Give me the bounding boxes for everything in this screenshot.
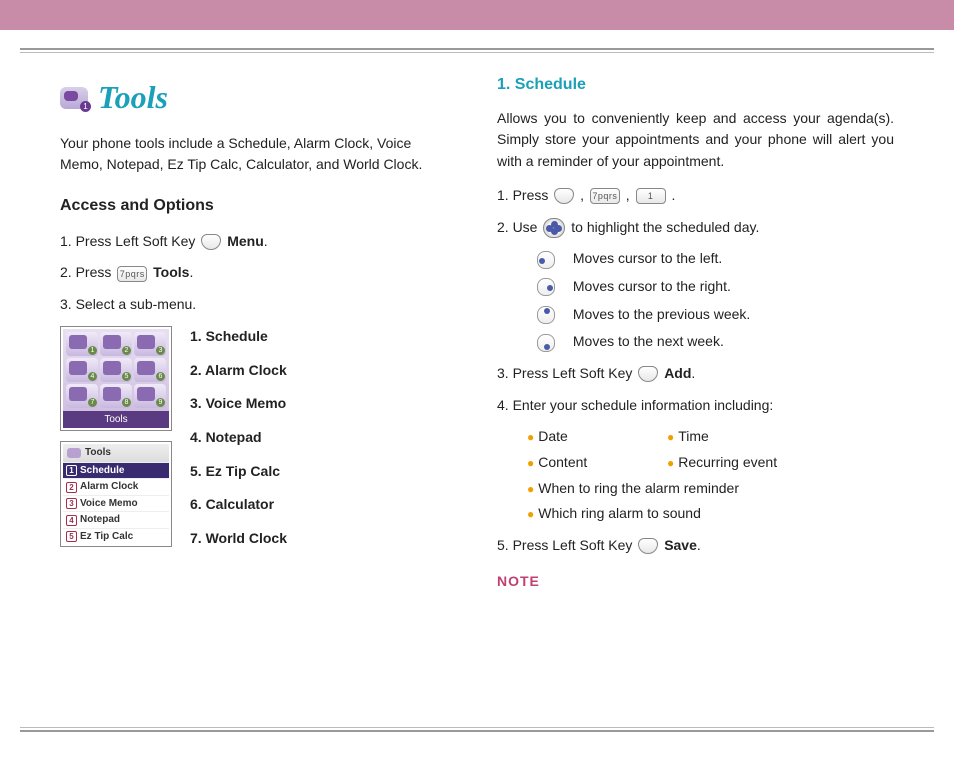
nav-left-icon [537,251,555,269]
key-7-icon: 7pqrs [117,266,147,282]
rule-bottom-inner [20,730,934,732]
right-column: 1. Schedule Allows you to conveniently k… [497,73,894,592]
list-header: Tools [63,444,169,462]
bullet-which: Which ring alarm to sound [538,505,701,521]
left-soft-key-icon [638,538,658,554]
submenu-4: 4. Notepad [190,427,287,449]
submenu-6: 6. Calculator [190,494,287,516]
schedule-intro: Allows you to conveniently keep and acce… [497,108,894,173]
schedule-bullets: ● Date ● Time ● Content ● Recurring event ● W… [527,426,894,525]
step-1-menu: Menu [227,233,264,249]
s5-save: Save [664,537,697,553]
s2-text-b: to highlight the scheduled day. [571,219,759,235]
list-row-eztip: 5Ez Tip Calc [63,528,169,545]
rule-top-outer [20,48,934,50]
schedule-steps: 1. Press , 7pqrs , 1 . 2. Use to highlig… [497,185,894,238]
bullet-row-1: ● Date ● Time [527,426,894,448]
content-area: 1 Tools Your phone tools include a Sched… [0,53,954,592]
tools-grid-icon: 1 2 3 4 5 6 7 8 9 [63,329,169,411]
list-row-notepad: 4Notepad [63,511,169,528]
nav-left-row: Moves cursor to the left. [537,248,894,270]
grid-footer: Tools [63,411,169,429]
list-header-label: Tools [85,445,111,461]
bullet-icon: ● [667,430,674,444]
submenu-5: 5. Ez Tip Calc [190,461,287,483]
bullet-icon: ● [527,430,534,444]
tools-icon: 1 [60,87,88,109]
s5-text: 5. Press Left Soft Key [497,537,636,553]
page-title: Tools [98,73,168,123]
sched-step-4: 4. Enter your schedule information inclu… [497,395,894,417]
nav-direction-list: Moves cursor to the left. Moves cursor t… [537,248,894,353]
rule-bottom-outer [20,727,934,728]
schedule-steps-cont: 3. Press Left Soft Key Add. 4. Enter you… [497,363,894,416]
left-column: 1 Tools Your phone tools include a Sched… [60,73,457,592]
nav-right-icon [537,278,555,296]
nav-up-label: Moves to the previous week. [573,306,750,322]
list-row-voice: 3Voice Memo [63,495,169,512]
bullet-time: Time [678,428,709,444]
bullet-icon: ● [527,482,534,496]
nav-down-icon [537,334,555,352]
top-banner [0,0,954,30]
submenu-1: 1. Schedule [190,326,287,348]
key-1-icon: 1 [636,188,666,204]
nav-right-label: Moves cursor to the right. [573,278,731,294]
submenu-area: 1 2 3 4 5 6 7 8 9 Tools [60,326,457,562]
list-row-alarm: 2Alarm Clock [63,478,169,495]
schedule-steps-end: 5. Press Left Soft Key Save. [497,535,894,557]
bullet-row-4: ● Which ring alarm to sound [527,503,894,525]
step-1-text: 1. Press Left Soft Key [60,233,199,249]
left-soft-key-icon [554,188,574,204]
grid-screenshot: 1 2 3 4 5 6 7 8 9 Tools [60,326,172,432]
nav-down-label: Moves to the next week. [573,333,724,349]
nav-down-row: Moves to the next week. [537,331,894,353]
s1-text: 1. Press [497,187,552,203]
nav-right-row: Moves cursor to the right. [537,276,894,298]
sched-step-1: 1. Press , 7pqrs , 1 . [497,185,894,207]
submenu-2: 2. Alarm Clock [190,360,287,382]
list-header-icon [67,448,81,458]
submenu-7: 7. World Clock [190,528,287,550]
phone-screens: 1 2 3 4 5 6 7 8 9 Tools [60,326,172,558]
list-row-schedule: 1Schedule [63,462,169,479]
nav-up-row: Moves to the previous week. [537,304,894,326]
s2-text-a: 2. Use [497,219,541,235]
step-2-text: 2. Press [60,264,115,280]
left-soft-key-icon [201,234,221,250]
bullet-icon: ● [527,507,534,521]
submenu-list: 1. Schedule 2. Alarm Clock 3. Voice Memo… [190,326,287,562]
title-row: 1 Tools [60,73,457,123]
access-steps: 1. Press Left Soft Key Menu. 2. Press 7p… [60,231,457,316]
bullet-icon: ● [667,456,674,470]
s3-text: 3. Press Left Soft Key [497,365,636,381]
bullet-content: Content [538,454,587,470]
step-2-tools: Tools [153,264,189,280]
key-7-icon: 7pqrs [590,188,620,204]
submenu-3: 3. Voice Memo [190,393,287,415]
intro-text: Your phone tools include a Schedule, Ala… [60,133,457,176]
sched-step-3: 3. Press Left Soft Key Add. [497,363,894,385]
note-label: NOTE [497,571,894,593]
bullet-recurring: Recurring event [678,454,777,470]
left-soft-key-icon [638,366,658,382]
sched-step-5: 5. Press Left Soft Key Save. [497,535,894,557]
bullet-when: When to ring the alarm reminder [538,480,739,496]
nav-up-icon [537,306,555,324]
list-screenshot: Tools 1Schedule 2Alarm Clock 3Voice Memo… [60,441,172,547]
bullet-row-2: ● Content ● Recurring event [527,452,894,474]
schedule-head: 1. Schedule [497,73,894,98]
bullet-row-3: ● When to ring the alarm reminder [527,478,894,500]
step-3: 3. Select a sub-menu. [60,294,457,316]
nav-left-label: Moves cursor to the left. [573,250,722,266]
nav-key-icon [543,218,565,238]
step-1: 1. Press Left Soft Key Menu. [60,231,457,253]
step-2: 2. Press 7pqrs Tools. [60,262,457,284]
sched-step-2: 2. Use to highlight the scheduled day. [497,217,894,239]
s3-add: Add [664,365,691,381]
access-options-head: Access and Options [60,194,457,219]
bullet-icon: ● [527,456,534,470]
bullet-date: Date [538,428,568,444]
